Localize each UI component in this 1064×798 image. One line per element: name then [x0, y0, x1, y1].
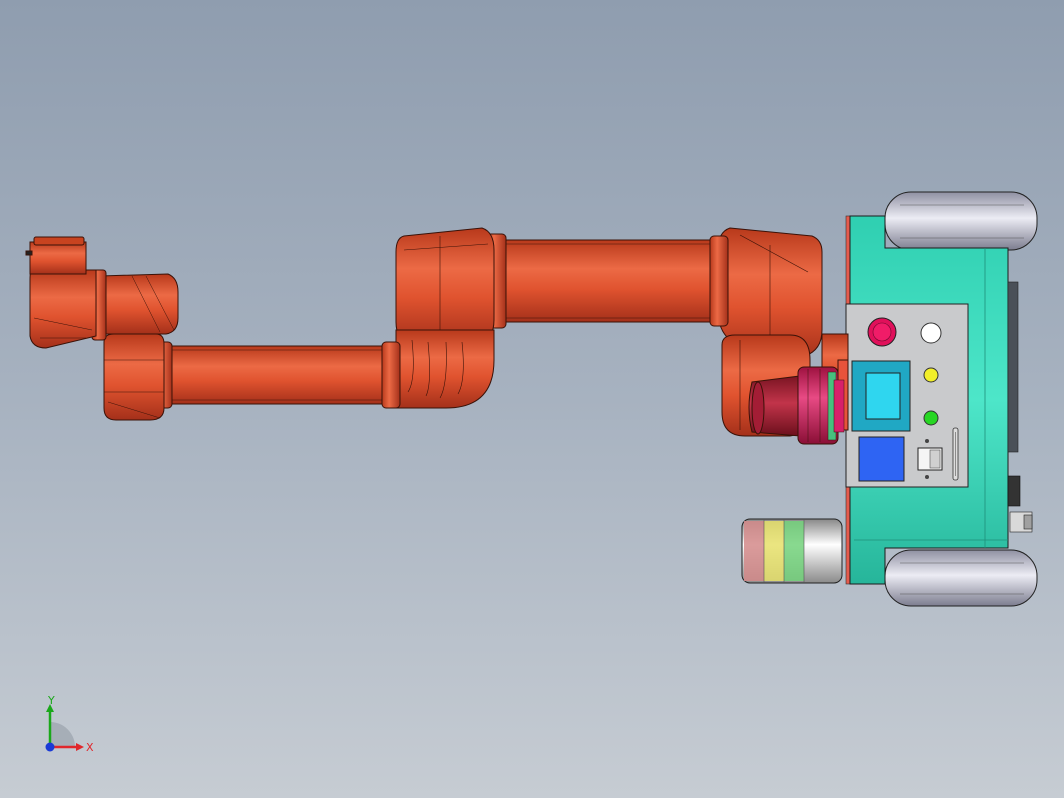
display-screen[interactable] [865, 372, 901, 420]
blue-panel [858, 436, 905, 482]
wheel-lower[interactable] [884, 549, 1038, 607]
robot-arm[interactable] [25, 227, 849, 445]
arm-joint-elbow[interactable] [395, 227, 495, 409]
mobile-base[interactable] [845, 191, 1038, 607]
x-axis-label: X [86, 741, 94, 754]
indicator-yellow [923, 367, 939, 383]
arm-link-upper[interactable] [491, 239, 725, 323]
arm-end-effector[interactable] [25, 236, 107, 349]
arm-link-forearm[interactable] [161, 345, 393, 405]
robot-model[interactable] [0, 0, 1064, 798]
indicator-green [923, 410, 939, 426]
indicator-white [920, 322, 942, 344]
wheel-upper[interactable] [884, 191, 1038, 251]
cad-viewport[interactable]: Y X [0, 0, 1064, 798]
xyz-axis-triad-icon: Y X [45, 696, 94, 754]
stack-light[interactable] [741, 518, 843, 584]
y-axis-label: Y [47, 696, 55, 707]
